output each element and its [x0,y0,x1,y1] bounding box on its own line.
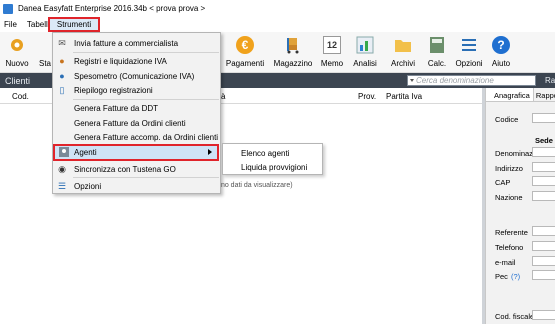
field-label: Denominaz. [495,149,536,158]
menu-item-registri-iva[interactable]: ● Registri e liquidazione IVA [53,54,220,68]
memo-button[interactable]: 12 Memo [315,36,349,72]
menu-item-riepilogo[interactable]: ▯ Riepilogo registrazioni [53,83,220,97]
sede-header: Sede c [535,136,555,145]
detail-panel: Anagrafica Rapport Codice Sede c Denomin… [485,88,555,324]
field-label: Indirizzo [495,164,523,173]
book-icon: ▯ [59,84,65,95]
options-list-icon: ☰ [57,180,67,191]
codice-fiscale-field[interactable] [532,310,555,320]
telefono-field[interactable] [532,241,555,251]
sync-icon: ◉ [58,163,66,174]
calc-button[interactable]: Calc. [420,36,454,72]
field-label: Telefono [495,243,524,252]
menu-item-fatture-accomp[interactable]: Genera Fatture accomp. da Ordini clienti [53,130,220,144]
pec-help-link[interactable]: (?) [511,272,520,281]
detail-tabs: Anagrafica Rapport [486,88,555,102]
nazione-field[interactable] [532,191,555,201]
opzioni-button[interactable]: Opzioni [452,36,486,72]
field-label: Pec [495,272,508,281]
person-icon: ● [59,56,65,66]
window-title: Danea Easyfatt Enterprise 2016.34b < pro… [18,4,206,13]
agenti-submenu: Elenco agenti Liquida provvigioni [222,143,323,175]
submenu-item-liquida-provvigioni[interactable]: Liquida provvigioni [223,160,323,174]
menu-item-agenti[interactable]: Agenti [53,144,219,161]
menu-separator [73,52,219,53]
menu-item-spesometro[interactable]: ● Spesometro (Comunicazione IVA) [53,69,220,83]
menu-item-opzioni[interactable]: ☰ Opzioni [53,179,220,193]
column-header[interactable]: Cod. [12,92,29,101]
analisi-button[interactable]: Analisi [348,36,382,72]
menu-separator [73,99,219,100]
menu-bar: File Tabelle Strumenti [0,17,555,32]
indirizzo-field[interactable] [532,162,555,172]
euro-coin-icon: € [236,36,254,54]
denominazione-field[interactable] [532,147,555,157]
codice-label: Codice [495,115,519,124]
folder-icon [394,36,412,54]
column-header[interactable]: à [221,92,225,101]
chart-icon [356,36,374,54]
search-input[interactable]: Cerca denominazione [407,75,536,86]
menu-item-tustena[interactable]: ◉ Sincronizza con Tustena GO [53,162,220,176]
strumenti-menu: ✉ Invia fatture a commercialista ● Regis… [52,32,221,194]
field-label: CAP [495,178,511,187]
menu-strumenti[interactable]: Strumenti [48,17,100,32]
menu-item-fatture-ordini[interactable]: Genera Fatture da Ordini clienti [53,116,220,130]
menu-item-fatture-ddt[interactable]: Genera Fatture da DDT [53,101,220,115]
menu-file[interactable]: File [4,20,17,29]
field-label: e-mail [495,258,516,267]
section-right-label: Ra [545,76,555,85]
archivi-button[interactable]: Archivi [386,36,420,72]
pagamenti-button[interactable]: € Pagamenti [226,36,264,72]
field-label: Cod. fiscale [495,312,535,321]
person-icon: ● [59,71,65,81]
agent-icon [59,147,69,157]
menu-separator [73,177,219,178]
send-icon: ✉ [58,37,66,48]
magazzino-button[interactable]: Magazzino [274,36,312,72]
section-title: Clienti [5,75,31,86]
aiuto-button[interactable]: ? Aiuto [484,36,518,72]
codice-field[interactable] [532,113,555,123]
calculator-icon [428,36,446,54]
gear-icon [8,36,26,54]
column-header[interactable]: Partita Iva [386,92,422,101]
pec-field[interactable] [532,270,555,280]
tab-rapporti[interactable]: Rapport [534,88,555,101]
calendar-icon: 12 [323,36,341,54]
email-field[interactable] [532,256,555,266]
field-label: Nazione [495,193,523,202]
cap-field[interactable] [532,176,555,186]
help-icon: ? [492,36,510,54]
submenu-arrow-icon [208,149,212,155]
settings-list-icon [460,36,478,54]
referente-field[interactable] [532,226,555,236]
column-header[interactable]: Prov. [358,92,376,101]
menu-item-invia-fatture[interactable]: ✉ Invia fatture a commercialista [53,36,220,50]
search-dropdown-icon[interactable] [410,79,414,82]
submenu-item-elenco-agenti[interactable]: Elenco agenti [223,146,323,160]
tab-anagrafica[interactable]: Anagrafica [486,88,534,101]
title-bar: Danea Easyfatt Enterprise 2016.34b < pro… [0,0,555,17]
warehouse-trolley-icon [284,36,302,54]
field-label: Referente [495,228,528,237]
app-icon [3,3,13,14]
